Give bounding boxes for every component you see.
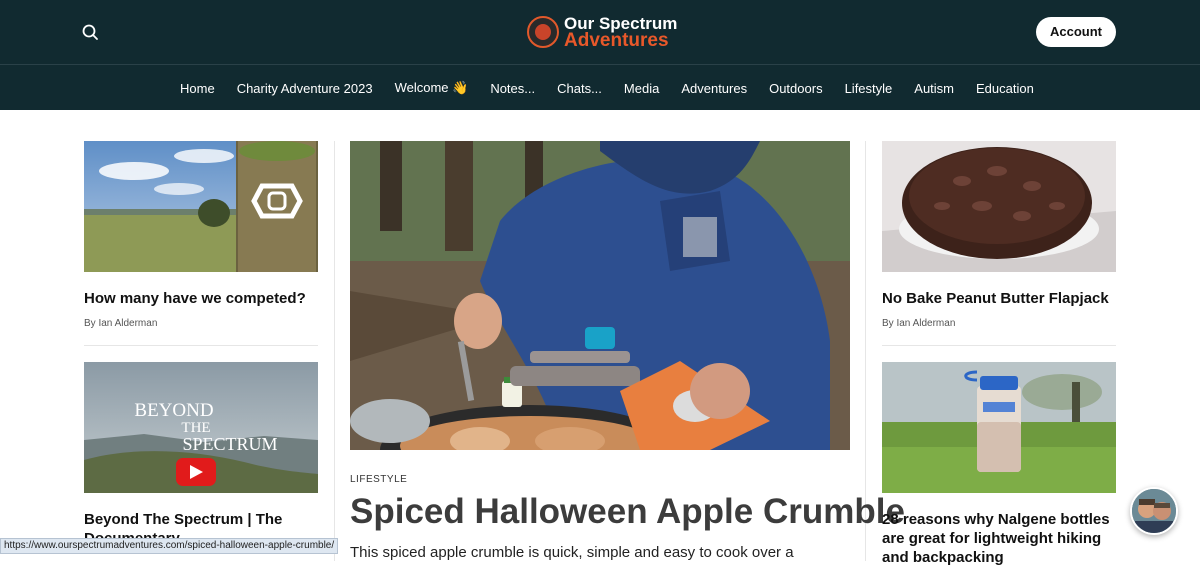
play-button-icon[interactable] bbox=[176, 458, 216, 486]
video-overlay-text-1: BEYOND bbox=[134, 400, 213, 421]
nav-item-chats[interactable]: Chats... bbox=[557, 81, 602, 96]
logo-badge-icon bbox=[527, 16, 559, 48]
nav-item-outdoors[interactable]: Outdoors bbox=[769, 81, 822, 96]
feature-category[interactable]: LIFESTYLE bbox=[350, 474, 407, 485]
nav-item-media[interactable]: Media bbox=[624, 81, 659, 96]
chat-widget-avatar[interactable] bbox=[1130, 487, 1178, 535]
divider bbox=[84, 345, 318, 346]
right-column: No Bake Peanut Butter Flapjack By Ian Al… bbox=[882, 141, 1116, 567]
nav-item-adventures[interactable]: Adventures bbox=[681, 81, 747, 96]
left-column: How many have we competed? By Ian Alderm… bbox=[84, 141, 318, 548]
post-thumbnail-flapjack[interactable] bbox=[882, 141, 1116, 272]
nav-item-home[interactable]: Home bbox=[180, 81, 215, 96]
post-title[interactable]: How many have we competed? bbox=[84, 289, 318, 308]
account-button[interactable]: Account bbox=[1036, 17, 1116, 47]
post-byline: By Ian Alderman bbox=[84, 318, 158, 329]
post-title[interactable]: 28 reasons why Nalgene bottles are great… bbox=[882, 510, 1116, 567]
nav-item-charity-adventure[interactable]: Charity Adventure 2023 bbox=[237, 81, 373, 96]
nav-item-welcome[interactable]: Welcome 👋 bbox=[395, 80, 469, 96]
video-overlay-text-3: SPECTRUM bbox=[182, 434, 277, 454]
site-logo[interactable]: Our Spectrum Adventures bbox=[527, 14, 677, 50]
post-thumbnail-video[interactable]: BEYOND THE SPECTRUM bbox=[84, 362, 318, 493]
search-icon[interactable] bbox=[80, 22, 102, 44]
nav-item-education[interactable]: Education bbox=[976, 81, 1034, 96]
post-byline: By Ian Alderman bbox=[882, 318, 956, 329]
feature-image[interactable] bbox=[350, 141, 850, 450]
post-title[interactable]: No Bake Peanut Butter Flapjack bbox=[882, 289, 1116, 308]
status-bar-url: https://www.ourspectrumadventures.com/sp… bbox=[0, 538, 339, 554]
feature-excerpt: This spiced apple crumble is quick, simp… bbox=[350, 544, 794, 561]
nav-item-lifestyle[interactable]: Lifestyle bbox=[845, 81, 893, 96]
site-header: Our Spectrum Adventures Account bbox=[0, 0, 1200, 64]
main-nav: Home Charity Adventure 2023 Welcome 👋 No… bbox=[0, 64, 1200, 110]
post-thumbnail-waymarker[interactable] bbox=[84, 141, 318, 272]
feature-title[interactable]: Spiced Halloween Apple Crumble bbox=[350, 492, 905, 532]
main-content: How many have we competed? By Ian Alderm… bbox=[0, 110, 1200, 566]
nav-item-notes[interactable]: Notes... bbox=[490, 81, 535, 96]
divider bbox=[334, 141, 335, 561]
divider bbox=[882, 345, 1116, 346]
nav-item-autism[interactable]: Autism bbox=[914, 81, 954, 96]
post-thumbnail-nalgene[interactable] bbox=[882, 362, 1116, 493]
logo-line2: Adventures bbox=[564, 30, 669, 51]
